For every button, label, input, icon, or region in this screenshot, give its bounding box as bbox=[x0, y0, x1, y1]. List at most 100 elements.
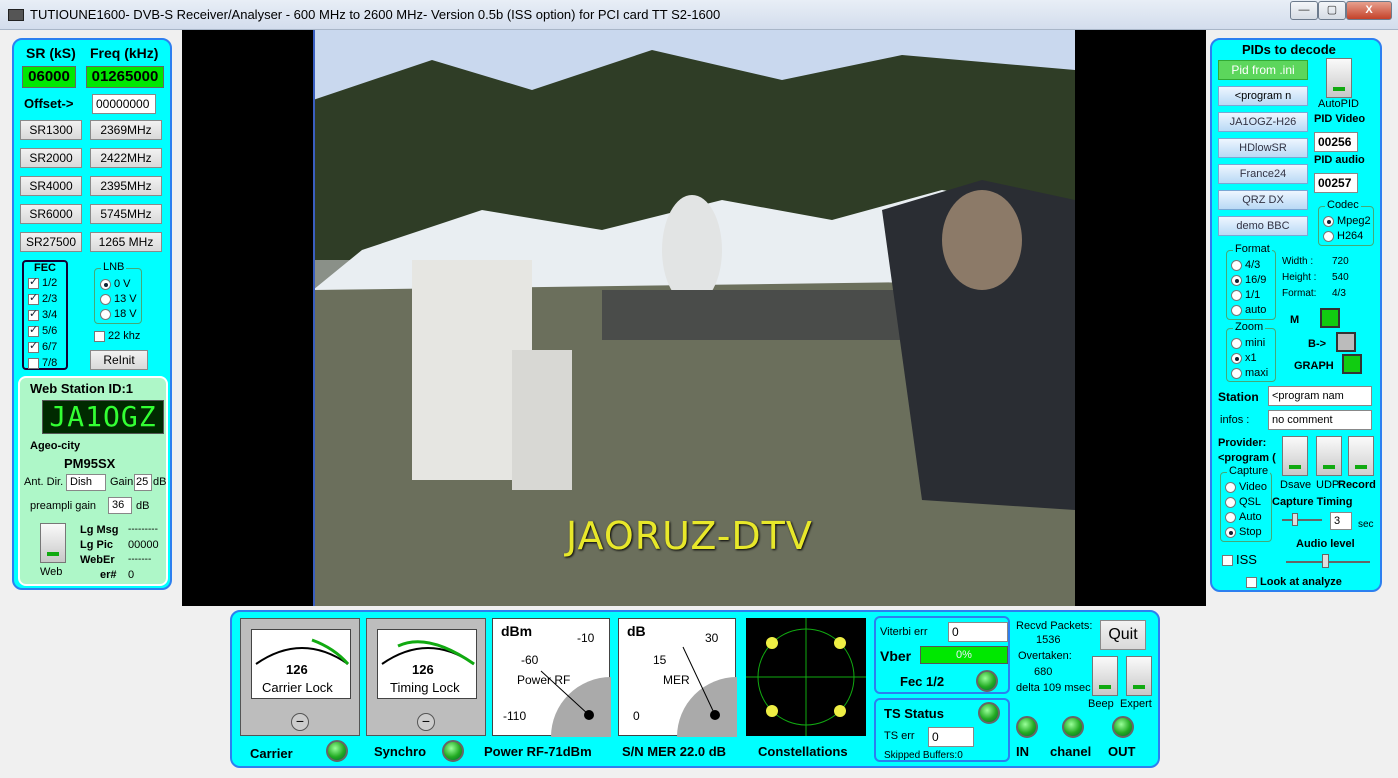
freq-5745-button[interactable]: 5745MHz bbox=[90, 204, 162, 224]
preset-demobbc-button[interactable]: demo BBC bbox=[1218, 216, 1308, 236]
err-value: 0 bbox=[128, 569, 135, 581]
maximize-button[interactable]: ▢ bbox=[1318, 1, 1346, 20]
in-label: IN bbox=[1016, 744, 1029, 759]
freq-1265-button[interactable]: 1265 MHz bbox=[90, 232, 162, 252]
carrier-knob-icon[interactable]: − bbox=[291, 713, 309, 731]
offset-label: Offset-> bbox=[24, 96, 74, 111]
zoom-maxi[interactable]: maxi bbox=[1231, 367, 1268, 379]
m-button[interactable] bbox=[1320, 308, 1340, 328]
preamp-input[interactable]: 36 bbox=[108, 497, 132, 514]
close-button[interactable]: X bbox=[1346, 1, 1392, 20]
format-16-9[interactable]: 16/9 bbox=[1231, 274, 1266, 286]
right-panel: PIDs to decode Pid from .ini <program n … bbox=[1210, 38, 1382, 592]
codec-mpeg2[interactable]: Mpeg2 bbox=[1323, 215, 1371, 227]
format-4-3[interactable]: 4/3 bbox=[1231, 259, 1260, 271]
ant-dir-input[interactable]: Dish bbox=[66, 474, 106, 491]
chanel-led bbox=[1062, 716, 1084, 738]
station-input[interactable]: <program nam bbox=[1268, 386, 1372, 406]
program-button[interactable]: <program n bbox=[1218, 86, 1308, 106]
rf-dial-name: Power RF bbox=[517, 673, 571, 687]
look-at-analyze-checkbox[interactable]: Look at analyze bbox=[1246, 576, 1342, 588]
infos-label: infos : bbox=[1220, 414, 1250, 426]
graph-label: GRAPH bbox=[1294, 360, 1334, 372]
beep-switch[interactable] bbox=[1092, 656, 1118, 696]
freq-2422-button[interactable]: 2422MHz bbox=[90, 148, 162, 168]
timing-slider-thumb[interactable] bbox=[1292, 513, 1298, 526]
web-toggle-switch[interactable] bbox=[40, 523, 66, 563]
graph-button[interactable] bbox=[1342, 354, 1362, 374]
lnb-0v[interactable]: 0 V bbox=[100, 278, 131, 290]
expert-switch[interactable] bbox=[1126, 656, 1152, 696]
fec-5-6[interactable]: 5/6 bbox=[28, 323, 57, 337]
radio-icon bbox=[1323, 230, 1334, 242]
capture-stop[interactable]: Stop bbox=[1225, 526, 1262, 538]
quit-button[interactable]: Quit bbox=[1100, 620, 1146, 650]
pid-from-ini-button[interactable]: Pid from .ini bbox=[1218, 60, 1308, 80]
sr4000-button[interactable]: SR4000 bbox=[20, 176, 82, 196]
iss-checkbox[interactable]: ISS bbox=[1222, 552, 1257, 567]
preset-ja1ogz-button[interactable]: JA1OGZ-H26 bbox=[1218, 112, 1308, 132]
autopid-switch[interactable] bbox=[1326, 58, 1352, 98]
format-auto[interactable]: auto bbox=[1231, 304, 1266, 316]
timing-slider-track[interactable] bbox=[1282, 519, 1322, 521]
fec-6-7[interactable]: 6/7 bbox=[28, 339, 57, 353]
udp-switch[interactable] bbox=[1316, 436, 1342, 476]
b-button[interactable] bbox=[1336, 332, 1356, 352]
khz22-checkbox[interactable]: 22 khz bbox=[94, 330, 140, 342]
lnb-title: LNB bbox=[101, 261, 127, 273]
rf-tick-top: -10 bbox=[577, 631, 595, 645]
capture-qsl[interactable]: QSL bbox=[1225, 496, 1261, 508]
reinit-button[interactable]: ReInit bbox=[90, 350, 148, 370]
fec-2-3[interactable]: 2/3 bbox=[28, 291, 57, 305]
preset-qrzdx-button[interactable]: QRZ DX bbox=[1218, 190, 1308, 210]
codec-h264[interactable]: H264 bbox=[1323, 230, 1363, 242]
gain-input[interactable]: 25 bbox=[134, 474, 152, 491]
freq-2369-button[interactable]: 2369MHz bbox=[90, 120, 162, 140]
zoom-x1[interactable]: x1 bbox=[1231, 352, 1257, 364]
lnb-13v[interactable]: 13 V bbox=[100, 293, 137, 305]
freq-value[interactable]: 01265000 bbox=[86, 66, 164, 88]
checkbox-icon bbox=[28, 339, 39, 353]
fec-7-8[interactable]: 7/8 bbox=[28, 357, 57, 369]
infos-input[interactable]: no comment bbox=[1268, 410, 1372, 430]
preset-hdlowsr-button[interactable]: HDlowSR bbox=[1218, 138, 1308, 158]
codec-title: Codec bbox=[1325, 199, 1361, 211]
audio-slider-thumb[interactable] bbox=[1322, 554, 1329, 568]
lnb-18v[interactable]: 18 V bbox=[100, 308, 137, 320]
timing-knob-icon[interactable]: − bbox=[417, 713, 435, 731]
mer-tick-low: 0 bbox=[633, 709, 640, 723]
sr2000-button[interactable]: SR2000 bbox=[20, 148, 82, 168]
radio-icon bbox=[1225, 511, 1236, 523]
zoom-mini[interactable]: mini bbox=[1231, 337, 1265, 349]
width-value: 720 bbox=[1332, 256, 1349, 267]
format-1-1[interactable]: 1/1 bbox=[1231, 289, 1260, 301]
power-rf-dial: dBm -10 -60 -110 Power RF bbox=[492, 618, 611, 737]
sr27500-button[interactable]: SR27500 bbox=[20, 232, 82, 252]
overtaken-label: Overtaken: bbox=[1018, 650, 1072, 662]
checkbox-icon bbox=[28, 357, 39, 369]
overtaken-value: 680 bbox=[1034, 666, 1053, 678]
sr-value[interactable]: 06000 bbox=[22, 66, 76, 88]
offset-input[interactable]: 00000000 bbox=[92, 94, 156, 114]
locator: PM95SX bbox=[64, 456, 116, 471]
fec-3-4[interactable]: 3/4 bbox=[28, 307, 57, 321]
preset-france24-button[interactable]: France24 bbox=[1218, 164, 1308, 184]
minimize-button[interactable]: — bbox=[1290, 1, 1318, 20]
bottom-panel: 126 Carrier Lock − 126 Timing Lock − dBm… bbox=[230, 610, 1160, 768]
fec-group: FEC 1/2 2/3 3/4 5/6 6/7 7/8 bbox=[22, 260, 68, 370]
pid-video-input[interactable]: 00256 bbox=[1314, 132, 1358, 152]
sr1300-button[interactable]: SR1300 bbox=[20, 120, 82, 140]
mer-tick-mid: 15 bbox=[653, 653, 667, 667]
dsave-switch[interactable] bbox=[1282, 436, 1308, 476]
record-switch[interactable] bbox=[1348, 436, 1374, 476]
station-label: Station bbox=[1218, 390, 1259, 404]
capture-auto[interactable]: Auto bbox=[1225, 511, 1262, 523]
timing-input[interactable]: 3 bbox=[1330, 512, 1352, 530]
freq-2395-button[interactable]: 2395MHz bbox=[90, 176, 162, 196]
capture-video[interactable]: Video bbox=[1225, 481, 1267, 493]
gain-label: Gain bbox=[110, 476, 134, 488]
fec-1-2[interactable]: 1/2 bbox=[28, 275, 57, 289]
sr6000-button[interactable]: SR6000 bbox=[20, 204, 82, 224]
pid-audio-input[interactable]: 00257 bbox=[1314, 173, 1358, 193]
rf-unit: dBm bbox=[501, 623, 533, 639]
